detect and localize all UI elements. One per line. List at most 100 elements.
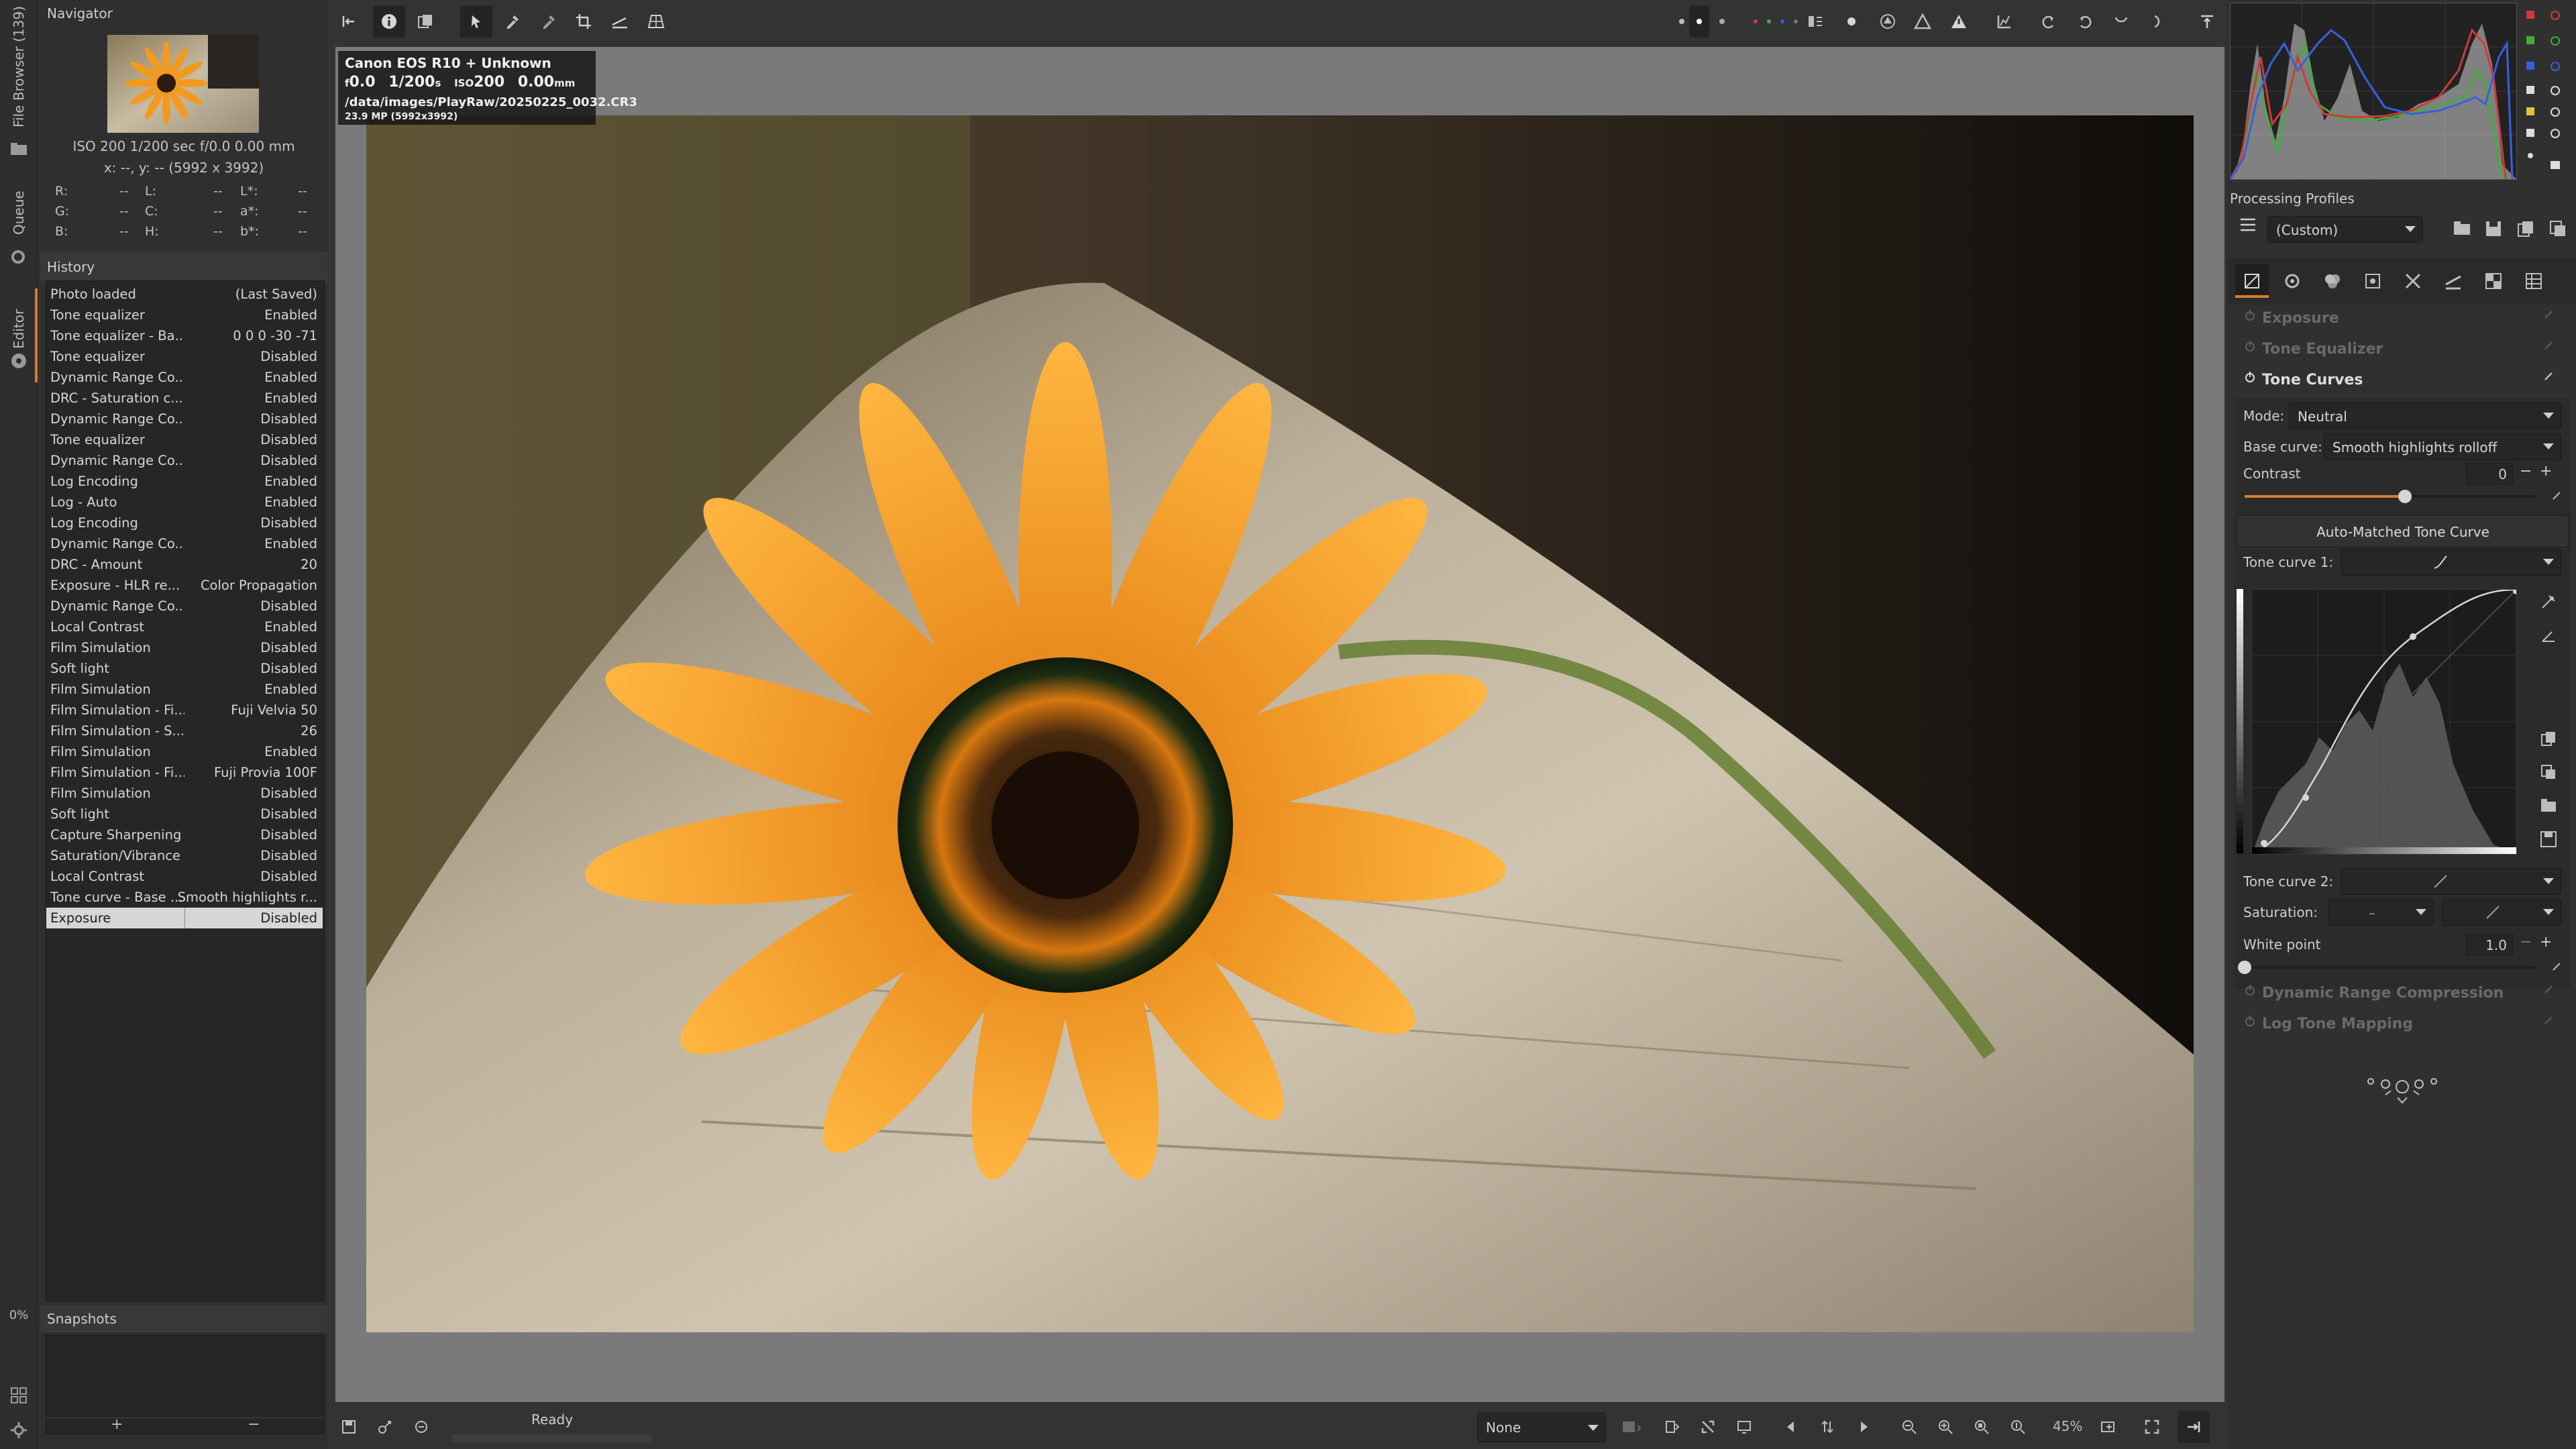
- navigator-thumbnail[interactable]: [107, 35, 259, 133]
- gears-icon[interactable]: [9, 248, 28, 266]
- power-icon[interactable]: [2243, 1014, 2257, 1028]
- chroma-channel-toggle[interactable]: [2526, 107, 2534, 115]
- new-detail-window-button[interactable]: [2092, 1411, 2124, 1443]
- saturation-mode-select[interactable]: –: [2328, 899, 2434, 926]
- info-button[interactable]: [373, 5, 405, 38]
- focus-mask-button[interactable]: [1835, 5, 1868, 38]
- contrast-increase-button[interactable]: +: [2540, 463, 2552, 480]
- split-view-button[interactable]: [1799, 5, 1831, 38]
- history-row[interactable]: Dynamic Range Co... Enabled: [46, 367, 323, 388]
- reset-icon[interactable]: [2544, 1014, 2555, 1025]
- tab-local[interactable]: [2396, 264, 2430, 298]
- power-icon[interactable]: [2243, 370, 2257, 384]
- save-profile-icon[interactable]: [2485, 220, 2502, 237]
- white-point-slider-track[interactable]: [2238, 961, 2536, 974]
- remove-snapshot-button[interactable]: −: [248, 1416, 260, 1433]
- hide-right-panel-button[interactable]: [2191, 5, 2223, 38]
- grid-icon[interactable]: [9, 1386, 28, 1405]
- edit-external-button[interactable]: [405, 1411, 437, 1443]
- history-row[interactable]: Film Simulation - Fi... Fuji Velvia 50: [46, 700, 323, 720]
- main-photo[interactable]: [366, 115, 2194, 1332]
- red-channel-toggle[interactable]: [2526, 11, 2534, 19]
- zoom-100-button[interactable]: [2002, 1411, 2034, 1443]
- mode-select[interactable]: Neutral: [2289, 402, 2561, 429]
- history-row[interactable]: Log Encoding Enabled: [46, 471, 323, 492]
- power-icon[interactable]: [2243, 339, 2257, 353]
- color-picker-button[interactable]: [533, 5, 565, 38]
- sync-images-button[interactable]: [1811, 1411, 1843, 1443]
- history-row[interactable]: Tone equalizer Enabled: [46, 305, 323, 325]
- rotate-left-button[interactable]: [2033, 5, 2065, 38]
- navigate-previous-unedited-button[interactable]: [1656, 1411, 1688, 1443]
- tab-color[interactable]: [2316, 264, 2349, 298]
- history-row[interactable]: Film Simulation - S... 26: [46, 720, 323, 741]
- zoom-fit-button[interactable]: [1966, 1411, 1998, 1443]
- white-point-decrease-button[interactable]: −: [2520, 934, 2532, 951]
- history-row[interactable]: Tone curve - Base ... Smooth highlights r…: [46, 887, 323, 908]
- open-profile-icon[interactable]: [2453, 220, 2471, 236]
- reset-icon[interactable]: [2544, 370, 2555, 381]
- hand-tool-button[interactable]: [460, 5, 492, 38]
- add-snapshot-button[interactable]: +: [111, 1416, 123, 1433]
- shadow-clipping-warning-icon[interactable]: [1907, 5, 1939, 38]
- straighten-tool-button[interactable]: [604, 5, 636, 38]
- auto-matched-tone-curve-button[interactable]: Auto-Matched Tone Curve: [2237, 515, 2569, 547]
- fullscreen-button[interactable]: [2136, 1411, 2168, 1443]
- bar-toggle[interactable]: [2528, 153, 2533, 158]
- power-icon[interactable]: [2243, 309, 2257, 322]
- tone-curves-section-header[interactable]: Tone Curves: [2239, 366, 2555, 396]
- crop-tool-button[interactable]: [568, 5, 600, 38]
- history-row[interactable]: Soft light Disabled: [46, 804, 323, 824]
- green-channel-toggle[interactable]: [2526, 36, 2534, 44]
- processing-profile-select[interactable]: (Custom): [2267, 216, 2423, 243]
- histogram-mode-icon[interactable]: [2551, 62, 2560, 71]
- white-balance-picker-button[interactable]: [496, 5, 529, 38]
- paste-curve-icon[interactable]: [2540, 763, 2557, 781]
- next-image-button[interactable]: [1847, 1411, 1880, 1443]
- preferences-icon[interactable]: [9, 1421, 28, 1440]
- exposure-section-header[interactable]: Exposure: [2239, 305, 2555, 334]
- tone-curve-1-type-select[interactable]: [2341, 549, 2561, 576]
- highlight-clipping-warning-icon[interactable]: [1943, 5, 1975, 38]
- hide-left-panel-button[interactable]: [333, 5, 365, 38]
- histogram-toggle-button[interactable]: [1988, 5, 2021, 38]
- send-to-queue-button[interactable]: [369, 1411, 401, 1443]
- history-row[interactable]: Tone equalizer - Ba... 0 0 0 -30 -71: [46, 325, 323, 346]
- history-row[interactable]: DRC - Saturation c... Enabled: [46, 388, 323, 409]
- history-row[interactable]: Saturation/Vibrance Disabled: [46, 845, 323, 866]
- history-row[interactable]: Photo loaded (Last Saved): [46, 284, 323, 305]
- preview-mode-select[interactable]: None: [1477, 1413, 1606, 1442]
- history-row[interactable]: Film Simulation Enabled: [46, 741, 323, 762]
- tone-curve-editor[interactable]: [2251, 589, 2517, 855]
- white-point-increase-button[interactable]: +: [2540, 934, 2552, 951]
- histogram-mode-icon[interactable]: [2551, 11, 2560, 20]
- contrast-decrease-button[interactable]: −: [2520, 463, 2532, 480]
- history-row[interactable]: DRC - Amount 20: [46, 554, 323, 575]
- copy-profile-icon[interactable]: [2517, 220, 2534, 237]
- history-row[interactable]: Dynamic Range Co... Disabled: [46, 450, 323, 471]
- history-row[interactable]: Dynamic Range Co... Enabled: [46, 533, 323, 554]
- history-row[interactable]: Local Contrast Disabled: [46, 866, 323, 887]
- history-row[interactable]: Capture Sharpening Disabled: [46, 824, 323, 845]
- reset-icon[interactable]: [2552, 490, 2563, 500]
- false-color-button[interactable]: [1872, 5, 1904, 38]
- history-row[interactable]: Film Simulation Enabled: [46, 679, 323, 700]
- flip-horizontal-button[interactable]: [2105, 5, 2137, 38]
- image-viewer[interactable]: Canon EOS R10 + Unknown f0.0 1/200s ISO2…: [335, 47, 2224, 1402]
- tab-queue[interactable]: Queue: [4, 181, 34, 235]
- flip-vertical-button[interactable]: [2141, 5, 2174, 38]
- tab-metadata[interactable]: [2517, 264, 2551, 298]
- white-point-slider-knob[interactable]: [2238, 961, 2251, 974]
- editor-icon[interactable]: [9, 352, 28, 370]
- reset-icon[interactable]: [2544, 983, 2555, 994]
- power-icon[interactable]: [2243, 983, 2257, 997]
- histogram-mode-icon[interactable]: [2551, 129, 2560, 138]
- tab-transform[interactable]: [2436, 264, 2470, 298]
- picker-icon[interactable]: [2540, 627, 2557, 644]
- history-row[interactable]: Dynamic Range Co... Disabled: [46, 409, 323, 429]
- before-after-button[interactable]: [409, 5, 441, 38]
- histogram[interactable]: [2230, 3, 2517, 180]
- saturation-curve-select[interactable]: [2442, 899, 2561, 926]
- white-point-input[interactable]: 1.0: [2466, 934, 2513, 955]
- history-row[interactable]: Soft light Disabled: [46, 658, 323, 679]
